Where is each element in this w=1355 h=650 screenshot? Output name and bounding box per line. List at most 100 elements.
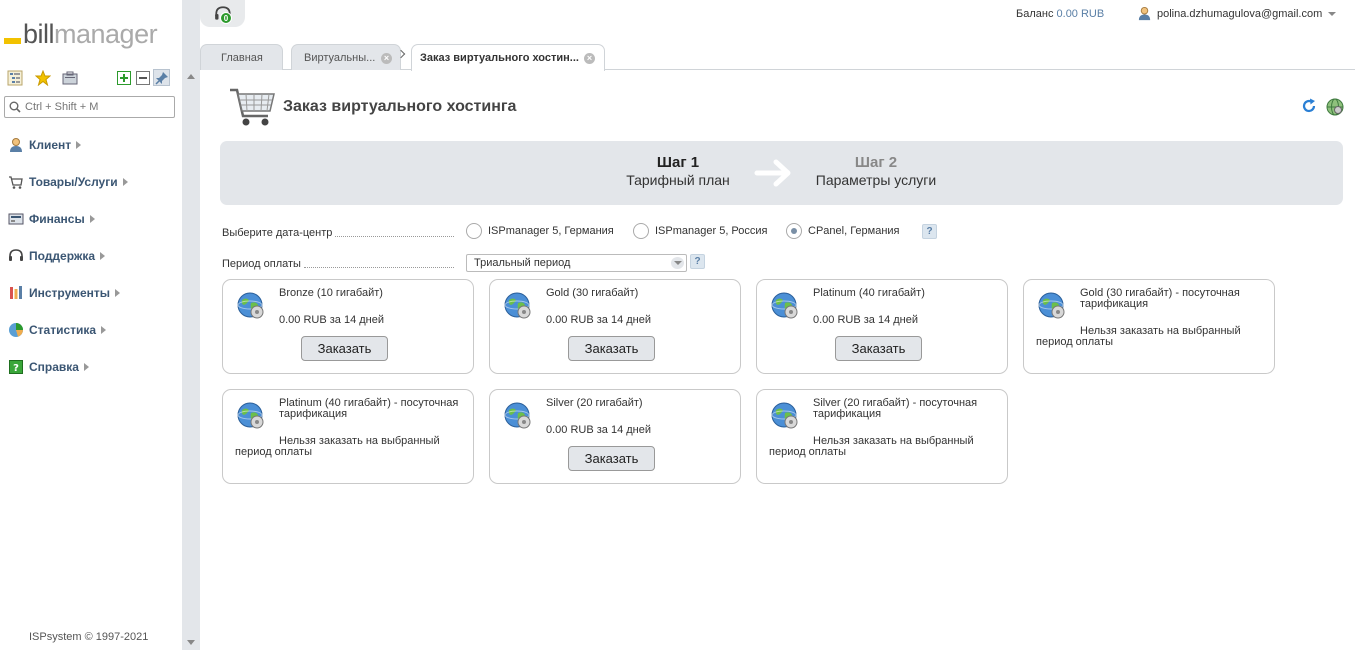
expand-arrow-icon [101, 325, 107, 334]
radio-label: ISPmanager 5, Германия [488, 225, 614, 237]
help-icon[interactable]: ? [690, 254, 705, 269]
wizard-step-1: Шаг 1 Тарифный план [612, 154, 744, 190]
menu-label: Поддержка [29, 248, 96, 263]
menu-item-support[interactable]: Поддержка [0, 237, 182, 274]
expand-arrow-icon [83, 362, 89, 371]
menu-item-products[interactable]: Товары/Услуги [0, 163, 182, 200]
radio-ispmanager-russia[interactable]: ISPmanager 5, Россия [633, 223, 768, 239]
expand-arrow-icon [89, 214, 95, 223]
sidebar-toolbar [6, 69, 176, 87]
refresh-icon[interactable] [1301, 98, 1317, 117]
plan-card: Platinum (40 гигабайт) 0.00 RUB за 14 дн… [756, 279, 1008, 374]
favorites-star-icon[interactable] [34, 69, 51, 86]
menu-label: Финансы [29, 211, 85, 226]
support-badge: 0 [220, 12, 232, 24]
plan-unavailable-message: Нельзя заказать на выбранный период опла… [1036, 325, 1241, 348]
svg-text:?: ? [13, 363, 19, 374]
radio-circle-checked[interactable] [786, 223, 802, 239]
globe-icon [769, 400, 799, 433]
help-book-icon: ? [8, 359, 24, 375]
tab-label: Заказ виртуального хостин... [420, 52, 579, 64]
globe-icon [235, 290, 265, 323]
tab-label: Главная [221, 51, 263, 64]
plan-unavailable-message: Нельзя заказать на выбранный период опла… [769, 435, 974, 458]
user-menu[interactable]: polina.dzhumagulova@gmail.com [1137, 6, 1337, 21]
user-email: polina.dzhumagulova@gmail.com [1157, 7, 1323, 20]
globe-icon [769, 290, 799, 323]
collapse-all-icon[interactable] [134, 69, 151, 86]
plan-card-unavailable: Platinum (40 гигабайт) - посуточная тари… [222, 389, 474, 484]
pin-icon[interactable] [153, 69, 170, 86]
main-menu: Клиент Товары/Услуги Финансы Поддержка И… [0, 126, 182, 385]
order-button[interactable]: Заказать [568, 336, 655, 361]
balance-label: Баланс [1016, 8, 1054, 20]
balance-value[interactable]: 0.00 RUB [1057, 8, 1105, 20]
menu-item-tools[interactable]: Инструменты [0, 274, 182, 311]
help-icon[interactable]: ? [922, 224, 937, 239]
chevron-down-icon [1328, 11, 1337, 16]
step-title: Параметры услуги [815, 172, 937, 188]
plan-name: Gold (30 гигабайт) - посуточная тарифика… [1080, 287, 1240, 310]
menu-search[interactable] [4, 96, 175, 118]
close-icon[interactable]: × [584, 53, 595, 64]
plan-price: 0.00 RUB за 14 дней [546, 314, 652, 326]
scroll-up-icon[interactable] [187, 74, 195, 79]
logo-text-manager: manager [54, 19, 158, 49]
scroll-down-icon[interactable] [187, 640, 195, 645]
user-icon [1138, 6, 1151, 21]
menu-label: Справка [29, 359, 79, 374]
headset-icon [8, 248, 24, 264]
sidebar: billmanager Клиент Товары/ [0, 0, 182, 650]
tab-label: Виртуальны... [304, 51, 376, 64]
menu-label: Клиент [29, 137, 72, 152]
field-label: Выберите дата-центр [222, 227, 333, 239]
radio-cpanel-germany[interactable]: CPanel, Германия [786, 223, 900, 239]
order-button[interactable]: Заказать [301, 336, 388, 361]
expand-arrow-icon [122, 177, 128, 186]
billmanager-logo[interactable]: bill manager [4, 14, 158, 50]
order-button[interactable]: Заказать [835, 336, 922, 361]
step-number: Шаг 2 [854, 154, 898, 171]
menu-item-help[interactable]: ? Справка [0, 348, 182, 385]
menu-item-client[interactable]: Клиент [0, 126, 182, 163]
globe-icon [235, 400, 265, 433]
menu-label: Статистика [29, 322, 97, 337]
tree-view-icon[interactable] [6, 69, 23, 86]
order-button[interactable]: Заказать [568, 446, 655, 471]
page-title: Заказ виртуального хостинга [283, 98, 517, 115]
plan-name: Silver (20 гигабайт) [546, 397, 643, 409]
globe-settings-icon[interactable] [1326, 98, 1344, 119]
search-input[interactable] [25, 99, 170, 115]
briefcase-icon[interactable] [61, 69, 78, 86]
support-button[interactable]: 0 [200, 0, 245, 27]
tab-home[interactable]: Главная [200, 44, 283, 70]
menu-item-finance[interactable]: Финансы [0, 200, 182, 237]
radio-circle[interactable] [633, 223, 649, 239]
tab-order-hosting[interactable]: Заказ виртуального хостин... × [411, 44, 605, 71]
radio-circle[interactable] [466, 223, 482, 239]
sidebar-scrollbar[interactable] [182, 0, 200, 650]
chevron-down-icon[interactable] [671, 257, 684, 269]
plan-name: Silver (20 гигабайт) - посуточная тарифи… [813, 397, 978, 420]
step-title: Тарифный план [626, 172, 730, 188]
expand-arrow-icon [100, 251, 106, 260]
expand-all-icon[interactable] [115, 69, 132, 86]
close-icon[interactable]: × [381, 53, 392, 64]
expand-arrow-icon [115, 288, 121, 297]
radio-label: ISPmanager 5, Россия [655, 225, 768, 237]
tools-icon [8, 285, 24, 301]
expand-arrow-icon [76, 140, 82, 149]
balance: Баланс 0.00 RUB [1016, 8, 1104, 20]
menu-item-statistics[interactable]: Статистика [0, 311, 182, 348]
chart-icon [8, 322, 24, 338]
plan-card-unavailable: Silver (20 гигабайт) - посуточная тарифи… [756, 389, 1008, 484]
period-select[interactable]: Триальный период [466, 254, 687, 272]
leader-dots [335, 236, 454, 237]
plan-unavailable-message: Нельзя заказать на выбранный период опла… [235, 435, 440, 458]
finance-icon [8, 211, 24, 227]
client-icon [8, 137, 24, 153]
tab-virtual-hosting[interactable]: Виртуальны... × [291, 44, 401, 70]
logo-mark [4, 38, 21, 44]
plan-name: Bronze (10 гигабайт) [279, 287, 383, 299]
radio-ispmanager-germany[interactable]: ISPmanager 5, Германия [466, 223, 614, 239]
